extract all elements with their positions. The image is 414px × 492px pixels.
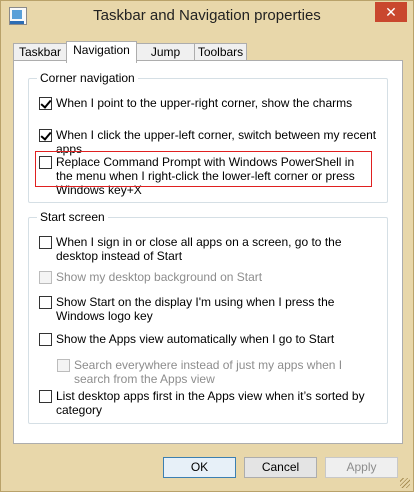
- tab-navigation[interactable]: Navigation: [66, 41, 137, 63]
- search-everywhere-checkbox-option[interactable]: Search everywhere instead of just my app…: [57, 358, 372, 386]
- start-screen-legend: Start screen: [40, 210, 105, 224]
- apps-view-checkbox[interactable]: [39, 333, 52, 346]
- desktop-background-checkbox[interactable]: [39, 271, 52, 284]
- charms-label: When I point to the upper-right corner, …: [56, 96, 353, 110]
- highlight-box: [35, 151, 372, 187]
- recent-apps-checkbox[interactable]: [39, 129, 52, 142]
- go-to-desktop-checkbox-option[interactable]: When I sign in or close all apps on a sc…: [39, 235, 369, 263]
- apply-button[interactable]: Apply: [325, 457, 398, 478]
- close-button[interactable]: ✕: [375, 2, 407, 22]
- apps-view-label: Show the Apps view automatically when I …: [56, 332, 335, 346]
- start-on-display-checkbox-option[interactable]: Show Start on the display I'm using when…: [39, 295, 369, 323]
- tab-label: Navigation: [73, 43, 130, 57]
- desktop-background-label: Show my desktop background on Start: [56, 270, 263, 284]
- tab-label: Toolbars: [197, 45, 244, 59]
- corner-navigation-legend: Corner navigation: [40, 71, 135, 85]
- apps-view-checkbox-option[interactable]: Show the Apps view automatically when I …: [39, 332, 369, 346]
- resize-grip-icon[interactable]: [400, 478, 410, 488]
- go-to-desktop-checkbox[interactable]: [39, 236, 52, 249]
- cancel-button[interactable]: Cancel: [244, 457, 317, 478]
- search-everywhere-label: Search everywhere instead of just my app…: [74, 358, 343, 386]
- title-bar[interactable]: Taskbar and Navigation properties ✕: [1, 1, 413, 32]
- desktop-apps-first-checkbox-option[interactable]: List desktop apps first in the Apps view…: [39, 389, 369, 417]
- tab-label: Taskbar: [18, 45, 62, 59]
- navigation-tab-panel: Corner navigation When I point to the up…: [13, 60, 403, 444]
- tab-taskbar[interactable]: Taskbar: [13, 43, 67, 61]
- properties-window: Taskbar and Navigation properties ✕ Task…: [0, 0, 414, 492]
- desktop-apps-first-checkbox[interactable]: [39, 390, 52, 403]
- desktop-apps-first-label: List desktop apps first in the Apps view…: [56, 389, 365, 417]
- tab-jump-lists[interactable]: Jump Lists: [136, 43, 195, 76]
- go-to-desktop-label: When I sign in or close all apps on a sc…: [56, 235, 342, 263]
- window-title: Taskbar and Navigation properties: [93, 7, 321, 24]
- start-on-display-checkbox[interactable]: [39, 296, 52, 309]
- start-on-display-label: Show Start on the display I'm using when…: [56, 295, 335, 323]
- search-everywhere-checkbox[interactable]: [57, 359, 70, 372]
- charms-checkbox[interactable]: [39, 97, 52, 110]
- close-icon: ✕: [385, 4, 397, 20]
- desktop-background-checkbox-option[interactable]: Show my desktop background on Start: [39, 270, 369, 284]
- charms-checkbox-option[interactable]: When I point to the upper-right corner, …: [39, 96, 379, 110]
- taskbar-app-icon: [9, 7, 27, 25]
- tab-toolbars[interactable]: Toolbars: [194, 43, 247, 61]
- ok-button[interactable]: OK: [163, 457, 236, 478]
